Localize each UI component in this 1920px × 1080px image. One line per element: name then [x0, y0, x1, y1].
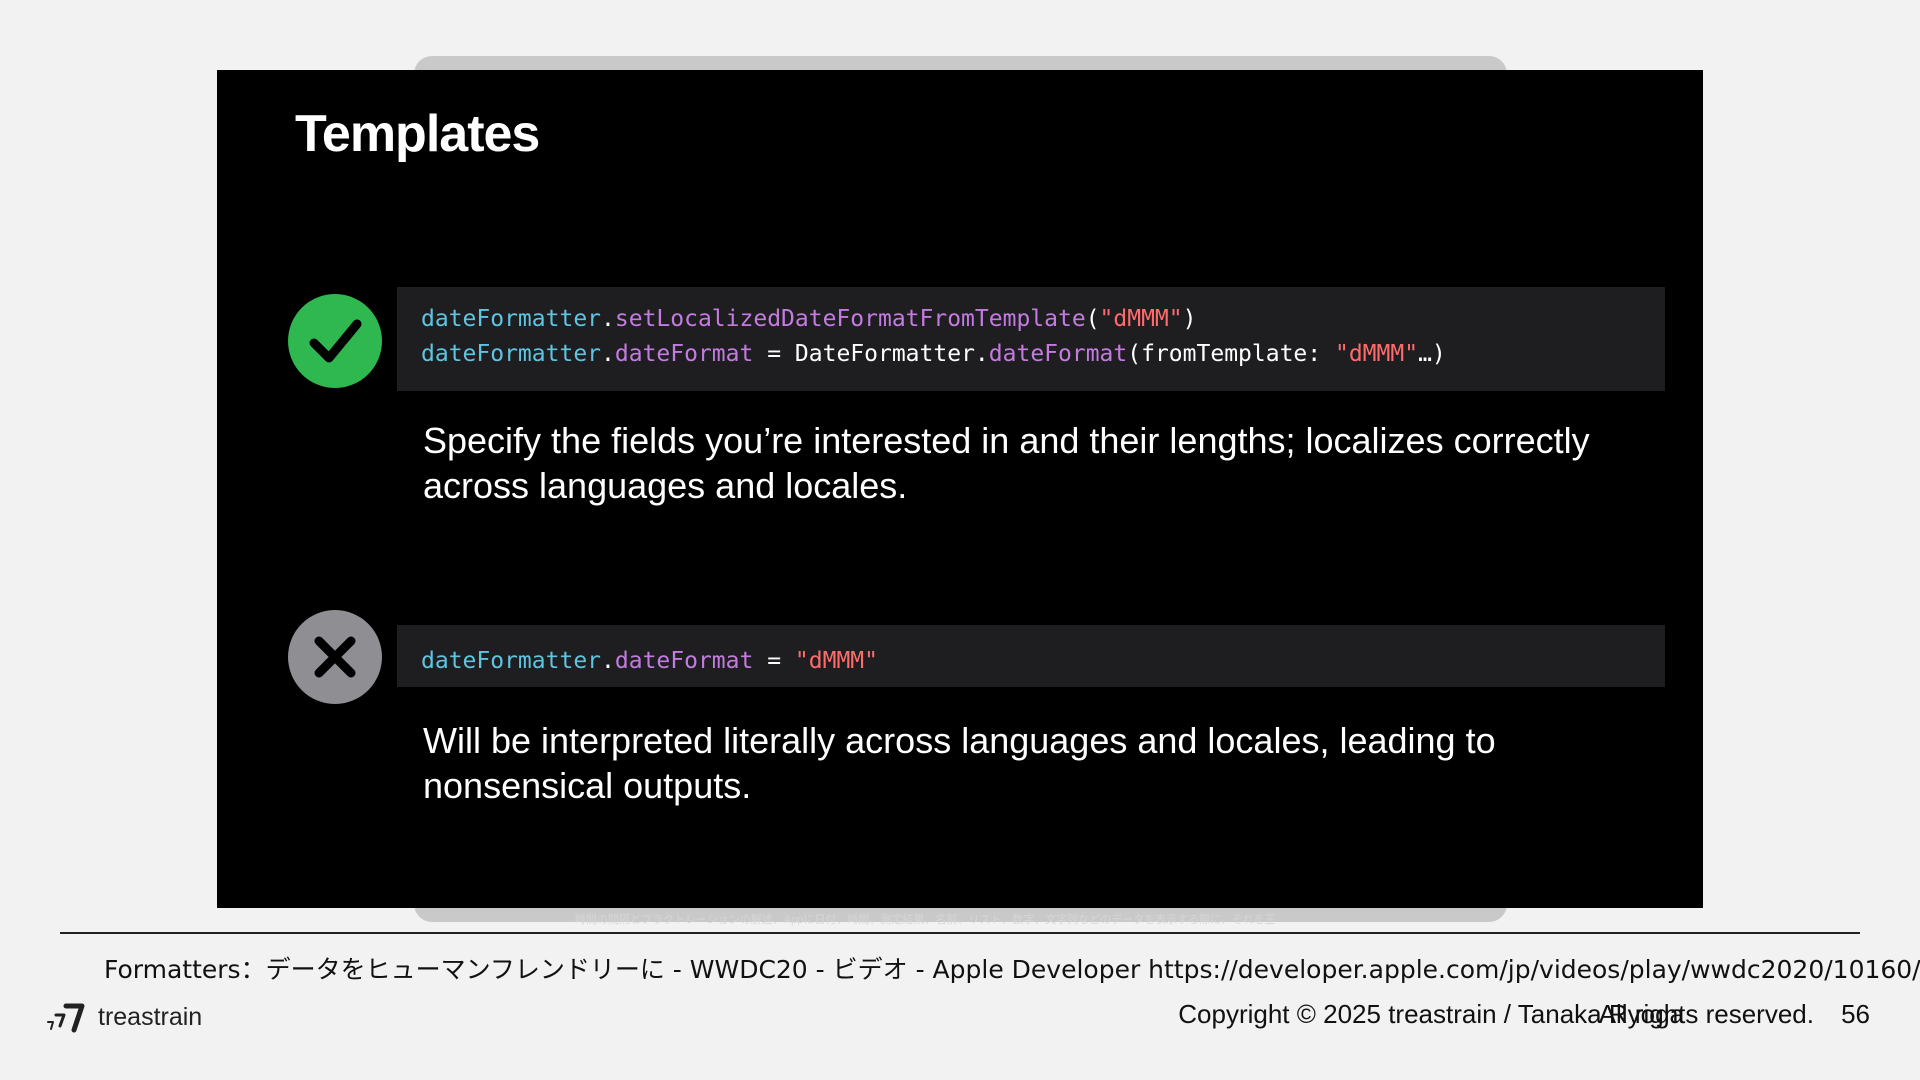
code-token: dateFormat [988, 341, 1128, 367]
rights-text: All rights reserved. [1598, 999, 1814, 1029]
code-token: "dMMM" [794, 648, 878, 674]
code-token: dateFormat [614, 341, 754, 367]
code-token: ) [1182, 306, 1197, 332]
code-line: dateFormatter.dateFormat = DateFormatter… [421, 337, 1665, 372]
page-number: 56 [1841, 999, 1870, 1029]
code-token: DateFormatter [794, 341, 975, 367]
code-token: (fromTemplate: [1127, 341, 1335, 367]
code-token: = [753, 341, 795, 367]
cross-icon [288, 610, 382, 704]
code-line: dateFormatter.dateFormat = "dMMM" [421, 644, 1665, 679]
source-citation: Formatters：データをヒューマンフレンドリーに - WWDC20 - ビ… [104, 955, 1920, 984]
code-token: setLocalizedDateFormatFromTemplate [614, 306, 1086, 332]
brand-name: treastrain [98, 1002, 203, 1031]
treastrain-logo-icon [47, 1003, 85, 1033]
code-token: dateFormatter [421, 341, 602, 367]
checkmark-icon [288, 294, 382, 388]
code-token: . [974, 341, 989, 367]
code-token: = [753, 648, 795, 674]
code-token: "dMMM" [1099, 306, 1183, 332]
code-line: dateFormatter.setLocalizedDateFormatFrom… [421, 302, 1665, 337]
code-token: . [601, 648, 615, 674]
code-token: "dMMM" [1334, 341, 1419, 367]
code-token: . [601, 306, 615, 332]
slide-title: Templates [295, 105, 540, 163]
recommended-code-block: dateFormatter.setLocalizedDateFormatFrom… [397, 287, 1665, 391]
discouraged-code-block: dateFormatter.dateFormat = "dMMM" [397, 625, 1665, 687]
code-token: dateFormat [614, 648, 754, 674]
recommended-description: Specify the fields you’re interested in … [423, 420, 1590, 506]
discouraged-description: Will be interpreted literally across lan… [423, 720, 1496, 806]
brand-logo: treastrain [46, 997, 202, 1037]
code-token: dateFormatter [421, 648, 602, 674]
video-subtitle-caption: 時間の間隔とフラクトレーションの解述、Appに日付、時間、測定結果、名前、リスト… [575, 914, 1276, 926]
code-token: ( [1085, 306, 1100, 332]
footer-divider [60, 932, 1860, 934]
code-token: . [601, 341, 615, 367]
code-token: dateFormatter [421, 306, 602, 332]
slide-screenshot: Templates dateFormatter.setLocalizedDate… [217, 70, 1703, 908]
code-token: …) [1418, 341, 1446, 367]
